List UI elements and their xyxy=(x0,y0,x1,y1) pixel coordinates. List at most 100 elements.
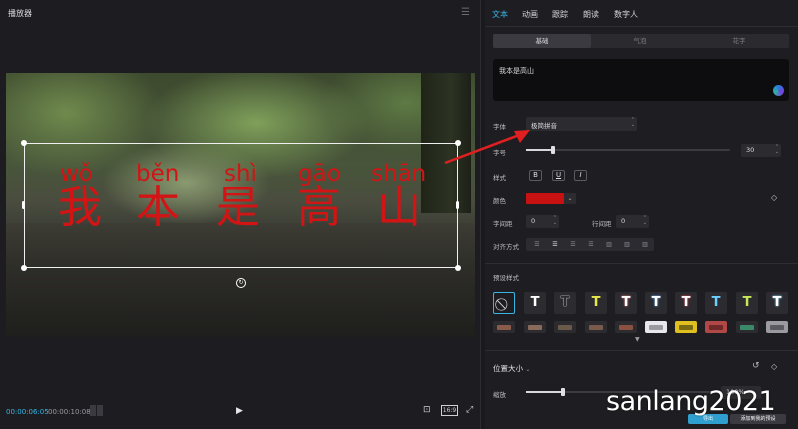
stepper-icon[interactable]: ⌃ ⌄ xyxy=(643,216,647,226)
preset-none[interactable]: ⃠ xyxy=(493,292,515,314)
preset-style[interactable]: T xyxy=(675,292,697,314)
resize-handle-br[interactable] xyxy=(455,265,461,271)
resize-handle-left[interactable] xyxy=(22,201,25,209)
resize-handle-tr[interactable] xyxy=(455,140,461,146)
preset-style[interactable] xyxy=(554,321,576,333)
preset-style[interactable]: T xyxy=(524,292,546,314)
editor-window: 播放器 ☰ wǒ běn shì gāo shān 我 本 是 高 山 ↻ 00… xyxy=(0,0,798,429)
text-bounding-box[interactable] xyxy=(24,143,458,268)
preset-style[interactable]: T xyxy=(554,292,576,314)
preset-style[interactable] xyxy=(645,321,667,333)
line-spacing-label: 行间距 xyxy=(592,220,612,228)
preset-swatch xyxy=(679,325,693,330)
screenshot-icon[interactable]: ⊡ xyxy=(423,405,431,415)
position-size-header[interactable]: 位置大小 ⌄ xyxy=(493,363,530,374)
preset-style[interactable] xyxy=(493,321,515,333)
stepper-icon[interactable]: ⌃ ⌄ xyxy=(553,216,557,226)
tab-divider xyxy=(485,26,798,27)
subtab-bar: 基础 气泡 花字 xyxy=(493,34,789,48)
presets-label: 预设样式 xyxy=(493,274,519,282)
timeline-marker-icon[interactable] xyxy=(90,405,96,416)
text-input[interactable]: 我本是高山 xyxy=(493,59,789,101)
align-left-icon[interactable]: ☰ xyxy=(530,240,544,249)
vertical-top-icon[interactable]: ▥ xyxy=(602,240,616,249)
color-swatch[interactable] xyxy=(526,193,564,204)
preset-style[interactable] xyxy=(766,321,788,333)
resize-handle-bl[interactable] xyxy=(21,265,27,271)
expand-presets-icon[interactable]: ▼ xyxy=(635,336,640,343)
text-input-value: 我本是高山 xyxy=(499,67,534,75)
preset-style[interactable] xyxy=(705,321,727,333)
color-label: 颜色 xyxy=(493,197,506,205)
total-time: 00:00:10:08 xyxy=(48,408,91,416)
stepper-icon[interactable]: ⌃ ⌄ xyxy=(775,145,779,155)
chevron-down-icon: ⌄ xyxy=(525,366,531,373)
subtab-bubble[interactable]: 气泡 xyxy=(591,34,689,48)
line-spacing-input[interactable]: 0 ⌃ ⌄ xyxy=(616,215,649,228)
preset-style[interactable]: T xyxy=(585,292,607,314)
rotate-icon[interactable]: ↻ xyxy=(236,278,246,288)
preset-style[interactable] xyxy=(675,321,697,333)
current-time: 00:00:06:05 xyxy=(6,408,49,416)
player-panel: 播放器 ☰ wǒ běn shì gāo shān 我 本 是 高 山 ↻ 00… xyxy=(0,0,481,429)
align-justify-icon[interactable]: ☰ xyxy=(584,240,598,249)
ai-assist-icon[interactable] xyxy=(773,85,784,96)
chevron-down-icon[interactable]: ⌄ xyxy=(564,193,576,204)
vertical-bottom-icon[interactable]: ▥ xyxy=(638,240,652,249)
preset-style[interactable]: T xyxy=(766,292,788,314)
tab-animation[interactable]: 动画 xyxy=(522,9,538,20)
position-size-label: 位置大小 xyxy=(493,364,523,373)
resize-handle-tl[interactable] xyxy=(21,140,27,146)
player-title: 播放器 xyxy=(8,9,32,18)
size-slider-fill xyxy=(526,149,553,151)
align-label: 对齐方式 xyxy=(493,243,519,251)
menu-icon[interactable]: ☰ xyxy=(461,7,470,18)
preset-swatch xyxy=(589,325,603,330)
fullscreen-icon[interactable]: ⤢ xyxy=(466,405,473,415)
play-icon[interactable]: ▶ xyxy=(236,406,243,416)
inspector-panel: 文本 动画 跟踪 朗读 数字人 基础 气泡 花字 我本是高山 字体 极简拼音 ⌃… xyxy=(485,0,798,429)
timeline-marker-icon[interactable] xyxy=(97,405,103,416)
aspect-ratio-button[interactable]: 16:9 xyxy=(441,405,458,416)
bold-button[interactable]: B xyxy=(529,170,542,181)
preset-style[interactable] xyxy=(736,321,758,333)
preset-style[interactable]: T xyxy=(705,292,727,314)
section-divider xyxy=(485,263,798,264)
align-center-icon[interactable]: ☰ xyxy=(548,240,562,249)
subtab-fancy[interactable]: 花字 xyxy=(689,34,789,48)
underline-button[interactable]: U xyxy=(552,170,565,181)
tab-text[interactable]: 文本 xyxy=(492,9,508,20)
size-slider[interactable] xyxy=(526,146,730,154)
reset-icon[interactable]: ↺ xyxy=(752,361,760,371)
font-select[interactable]: 极简拼音 ⌃ ⌄ xyxy=(526,117,637,131)
subtab-basic[interactable]: 基础 xyxy=(493,34,591,48)
preset-swatch xyxy=(497,325,511,330)
tab-digital-human[interactable]: 数字人 xyxy=(614,9,638,20)
preset-swatch xyxy=(709,325,723,330)
resize-handle-right[interactable] xyxy=(456,201,459,209)
line-spacing-value: 0 xyxy=(621,217,626,225)
tab-tracking[interactable]: 跟踪 xyxy=(552,9,568,20)
char-spacing-input[interactable]: 0 ⌃ ⌄ xyxy=(526,215,559,228)
italic-button[interactable]: I xyxy=(574,170,587,181)
size-label: 字号 xyxy=(493,149,506,157)
size-slider-handle[interactable] xyxy=(550,146,555,154)
tab-read-aloud[interactable]: 朗读 xyxy=(583,9,599,20)
font-label: 字体 xyxy=(493,123,506,131)
preset-style[interactable]: T xyxy=(615,292,637,314)
preset-style[interactable]: T xyxy=(645,292,667,314)
keyframe-diamond-icon[interactable]: ◇ xyxy=(771,362,777,371)
scale-slider-fill xyxy=(526,391,563,393)
scale-slider-handle[interactable] xyxy=(560,388,565,396)
preset-swatch xyxy=(528,325,542,330)
size-value: 30 xyxy=(746,146,755,154)
size-input[interactable]: 30 ⌃ ⌄ xyxy=(741,144,781,157)
preset-style[interactable]: T xyxy=(736,292,758,314)
char-spacing-value: 0 xyxy=(531,217,536,225)
vertical-middle-icon[interactable]: ▥ xyxy=(620,240,634,249)
align-right-icon[interactable]: ☰ xyxy=(566,240,580,249)
preset-style[interactable] xyxy=(524,321,546,333)
keyframe-diamond-icon[interactable]: ◇ xyxy=(771,193,777,202)
preset-style[interactable] xyxy=(585,321,607,333)
preset-style[interactable] xyxy=(615,321,637,333)
